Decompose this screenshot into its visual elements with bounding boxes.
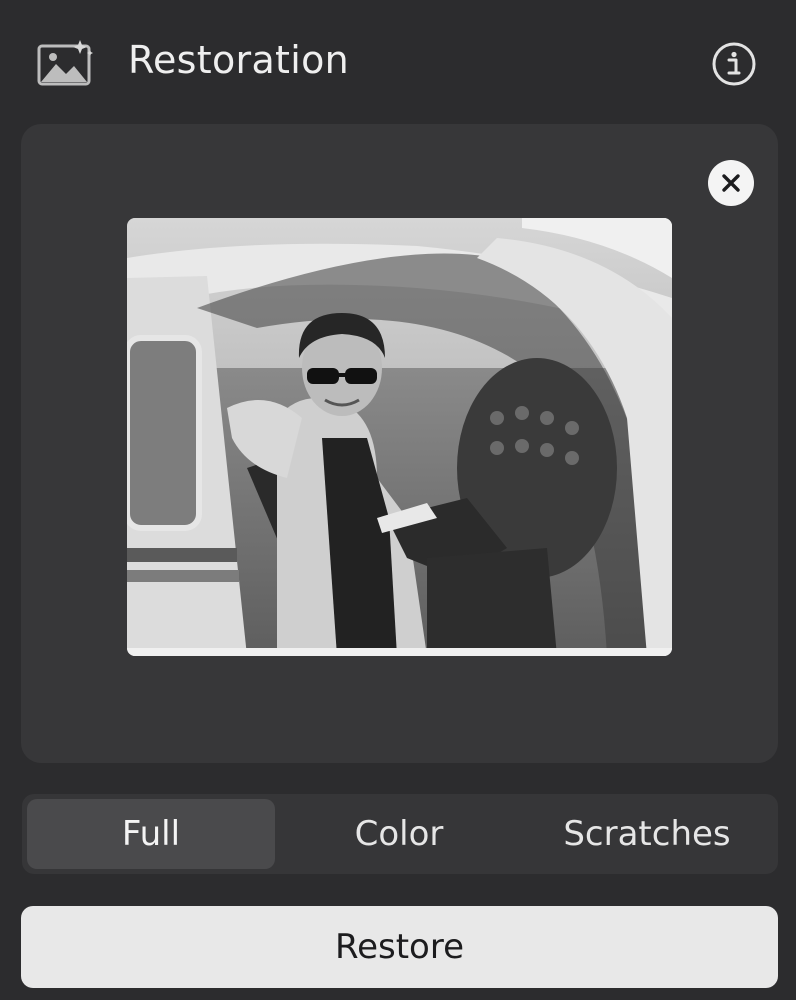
restoration-mode-selector: Full Color Scratches bbox=[22, 794, 778, 874]
panel-header: Restoration bbox=[0, 0, 796, 122]
mode-scratches-tab[interactable]: Scratches bbox=[523, 799, 771, 869]
info-icon[interactable] bbox=[710, 40, 758, 88]
mode-full-tab[interactable]: Full bbox=[27, 799, 275, 869]
photo-preview bbox=[127, 218, 672, 656]
restore-button[interactable]: Restore bbox=[21, 906, 778, 988]
mode-color-tab[interactable]: Color bbox=[275, 799, 523, 869]
restoration-panel: Restoration Full Color Scratches Restore bbox=[0, 0, 796, 1000]
panel-title: Restoration bbox=[128, 38, 350, 82]
close-icon[interactable] bbox=[708, 160, 754, 206]
photo-sparkle-icon bbox=[36, 38, 96, 88]
